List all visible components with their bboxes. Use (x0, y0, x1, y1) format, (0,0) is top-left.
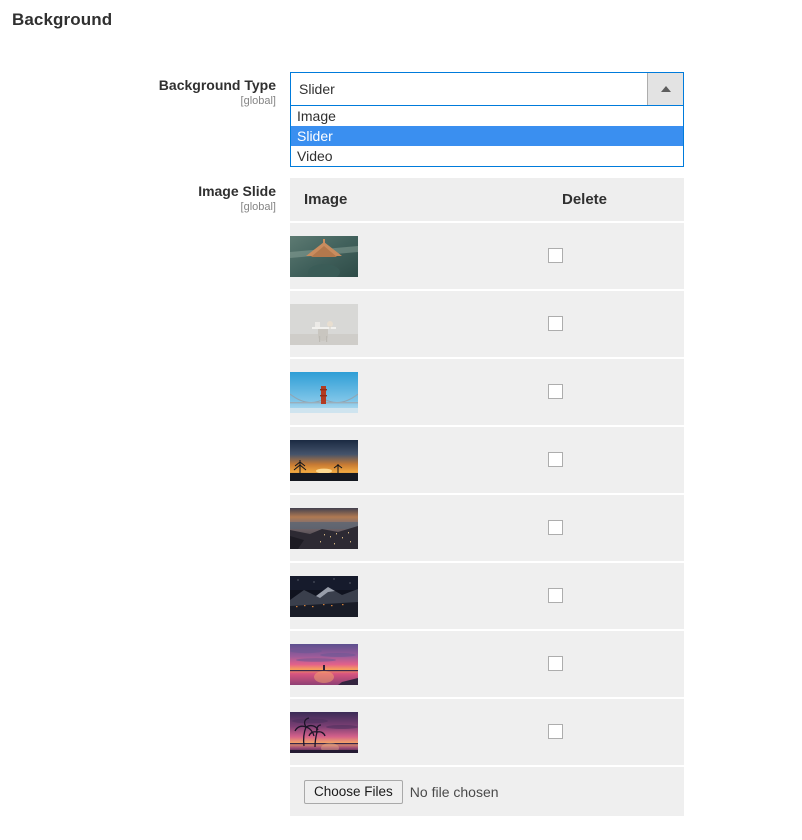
file-status-text: No file chosen (409, 783, 499, 800)
table-row (290, 561, 684, 630)
minimal-white-interior-desk-thumbnail[interactable] (290, 303, 358, 345)
file-upload-control[interactable]: Choose Files No file chosen (304, 779, 684, 804)
upload-cell: Choose Files No file chosen (290, 765, 684, 816)
background-type-selected-value[interactable]: Slider (291, 73, 647, 105)
background-type-field-row: Background Type [global] Slider Image Sl… (0, 72, 684, 167)
cell-image (290, 357, 548, 426)
background-type-scope: [global] (240, 95, 276, 107)
image-slide-scope: [global] (240, 201, 276, 213)
delete-checkbox[interactable] (548, 248, 563, 264)
delete-checkbox[interactable] (548, 520, 563, 536)
cell-image (290, 493, 548, 562)
table-row (290, 221, 684, 290)
column-header-delete: Delete (548, 178, 684, 222)
table-row (290, 697, 684, 766)
cell-delete (548, 561, 684, 630)
wooden-hangers-on-teal-shirt-thumbnail[interactable] (290, 235, 358, 277)
snowy-mountain-at-night-thumbnail[interactable] (290, 575, 358, 617)
choose-files-button[interactable]: Choose Files (304, 779, 403, 804)
background-type-label: Background Type [global] (0, 72, 290, 108)
palm-trees-tropical-sunset-thumbnail[interactable] (290, 711, 358, 753)
upload-row: Choose Files No file chosen (290, 765, 684, 816)
table-row (290, 425, 684, 494)
pink-purple-sunset-over-water-thumbnail[interactable] (290, 643, 358, 685)
image-slide-table: Image Delete Choose Files No file chosen (290, 178, 684, 816)
cell-delete (548, 289, 684, 358)
cell-delete (548, 697, 684, 766)
cell-image (290, 629, 548, 698)
coastal-city-dusk-thumbnail[interactable] (290, 507, 358, 549)
cell-image (290, 425, 548, 494)
background-type-label-text: Background Type (158, 77, 276, 93)
table-row (290, 493, 684, 562)
delete-checkbox[interactable] (548, 656, 563, 672)
delete-checkbox[interactable] (548, 724, 563, 740)
delete-checkbox[interactable] (548, 452, 563, 468)
cell-delete (548, 629, 684, 698)
background-type-option-video[interactable]: Video (291, 146, 683, 166)
image-slide-label-text: Image Slide (198, 183, 276, 199)
cell-image (290, 561, 548, 630)
background-type-dropdown-toggle[interactable] (647, 73, 683, 105)
cell-image (290, 289, 548, 358)
caret-up-icon (660, 86, 671, 92)
delete-checkbox[interactable] (548, 316, 563, 332)
background-type-options-list[interactable]: Image Slider Video (290, 106, 684, 167)
table-row (290, 629, 684, 698)
table-row (290, 289, 684, 358)
image-slide-field-row: Image Slide [global] Image Delete Choose… (0, 178, 684, 816)
delete-checkbox[interactable] (548, 384, 563, 400)
golden-gate-bridge-blue-sky-thumbnail[interactable] (290, 371, 358, 413)
column-header-image: Image (290, 178, 548, 222)
cell-delete (548, 493, 684, 562)
sunset-over-dark-field-trees-thumbnail[interactable] (290, 439, 358, 481)
cell-delete (548, 425, 684, 494)
delete-checkbox[interactable] (548, 588, 563, 604)
background-settings-page: Background Background Type [global] Slid… (0, 0, 802, 840)
table-header-row: Image Delete (290, 178, 684, 222)
cell-delete (548, 357, 684, 426)
image-slide-table-body: Choose Files No file chosen (290, 221, 684, 816)
cell-image (290, 697, 548, 766)
cell-image (290, 221, 548, 290)
background-type-select-wrapper: Slider Image Slider Video (290, 72, 684, 167)
table-row (290, 357, 684, 426)
cell-delete (548, 221, 684, 290)
page-title: Background (12, 10, 113, 29)
background-type-option-slider[interactable]: Slider (291, 126, 683, 146)
background-type-select[interactable]: Slider (290, 72, 684, 106)
image-slide-label: Image Slide [global] (0, 178, 290, 214)
background-type-option-image[interactable]: Image (291, 106, 683, 126)
image-slide-table-head: Image Delete (290, 178, 684, 222)
